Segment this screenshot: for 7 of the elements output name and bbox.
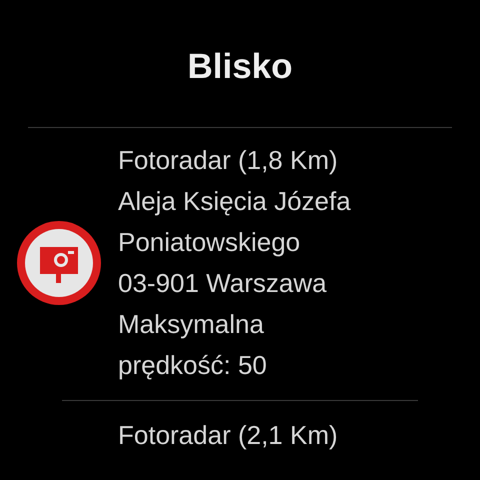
speed-camera-icon [16, 220, 102, 306]
city-postcode: 03-901 Warszawa [118, 267, 328, 300]
screen-title: Blisko [187, 46, 293, 88]
camera-distance[interactable]: Fotoradar (2,1 Km) [118, 415, 418, 456]
speed-limit: Maksymalna prędkość: 50 [118, 308, 268, 382]
street-address: Aleja Księcia Józefa Poniatowskiego [118, 185, 352, 259]
camera-distance[interactable]: Fotoradar (1,8 Km) [118, 140, 418, 181]
